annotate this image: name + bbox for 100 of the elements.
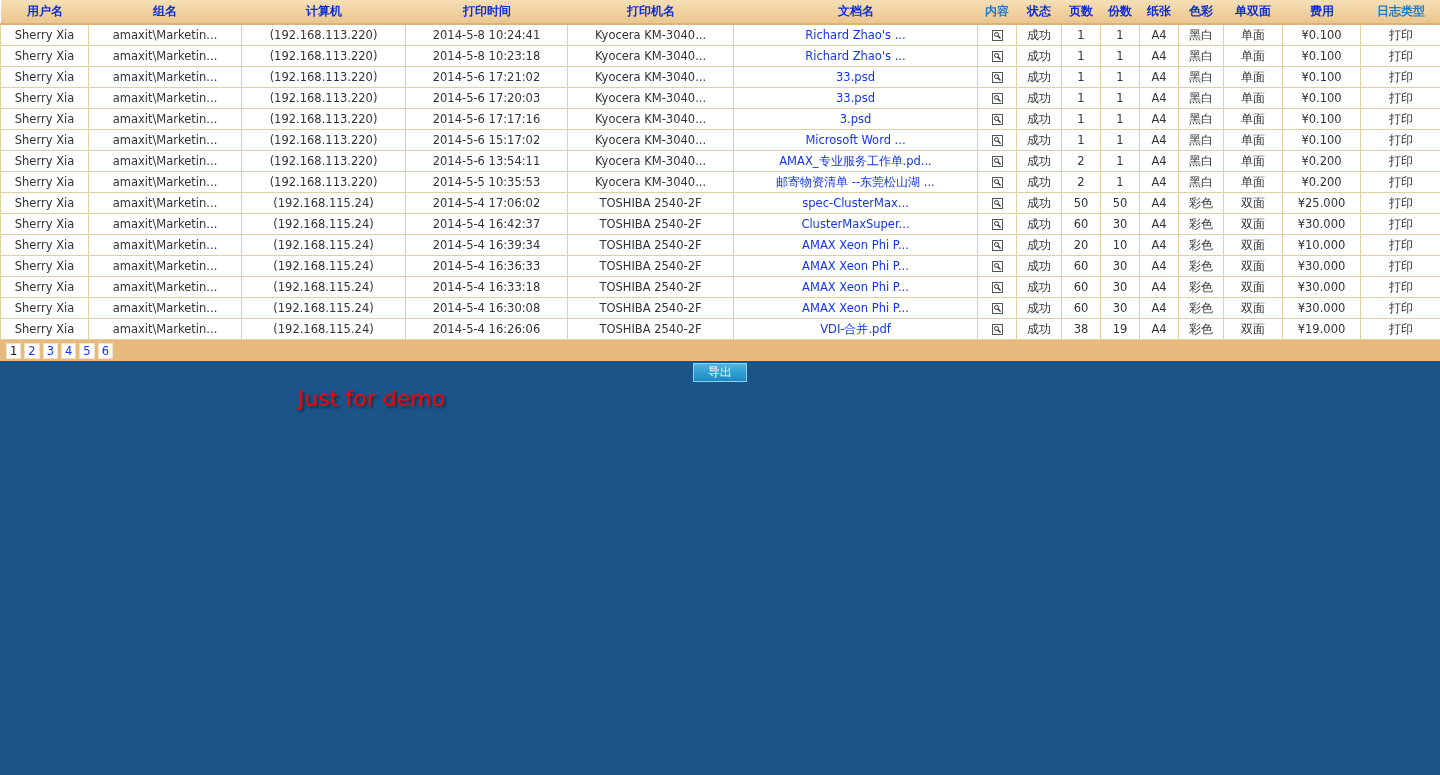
table-cell: 双面 bbox=[1223, 213, 1283, 235]
table-cell: 单面 bbox=[1223, 66, 1283, 88]
table-cell: Sherry Xia bbox=[0, 45, 89, 67]
table-cell: (192.168.113.220) bbox=[241, 129, 406, 151]
page-link[interactable]: 2 bbox=[24, 342, 40, 359]
magnifier-icon[interactable] bbox=[991, 93, 1003, 104]
table-cell: 成功 bbox=[1016, 66, 1062, 88]
table-cell: Kyocera KM-3040... bbox=[567, 108, 734, 130]
magnifier-icon[interactable] bbox=[991, 240, 1003, 251]
table-cell: TOSHIBA 2540-2F bbox=[567, 297, 734, 319]
table-cell: 成功 bbox=[1016, 150, 1062, 172]
table-cell: (192.168.113.220) bbox=[241, 150, 406, 172]
table-cell: 19 bbox=[1100, 318, 1140, 340]
column-header[interactable]: 费用 bbox=[1282, 0, 1361, 24]
page-link[interactable]: 3 bbox=[42, 342, 58, 359]
column-header[interactable]: 用户名 bbox=[0, 0, 89, 24]
table-cell: 2014-5-6 17:17:16 bbox=[405, 108, 568, 130]
document-link[interactable]: 3.psd bbox=[839, 112, 872, 126]
table-cell: (192.168.113.220) bbox=[241, 171, 406, 193]
page-link[interactable]: 4 bbox=[61, 342, 77, 359]
table-cell: (192.168.115.24) bbox=[241, 255, 406, 277]
table-cell: 60 bbox=[1061, 255, 1101, 277]
table-cell: 60 bbox=[1061, 213, 1101, 235]
table-cell: (192.168.113.220) bbox=[241, 45, 406, 67]
table-cell: Sherry Xia bbox=[0, 150, 89, 172]
table-cell: 彩色 bbox=[1178, 318, 1224, 340]
table-cell: ¥0.100 bbox=[1282, 66, 1361, 88]
magnifier-icon[interactable] bbox=[991, 51, 1003, 62]
column-header[interactable]: 组名 bbox=[88, 0, 242, 24]
table-cell: 成功 bbox=[1016, 108, 1062, 130]
table-cell: (192.168.115.24) bbox=[241, 192, 406, 214]
magnifier-icon[interactable] bbox=[991, 219, 1003, 230]
document-link[interactable]: VDI-合并.pdf bbox=[820, 321, 891, 336]
table-cell: Sherry Xia bbox=[0, 171, 89, 193]
page-link[interactable]: 6 bbox=[97, 342, 113, 359]
table-cell: 2014-5-4 17:06:02 bbox=[405, 192, 568, 214]
table-cell: 成功 bbox=[1016, 171, 1062, 193]
magnifier-icon[interactable] bbox=[991, 198, 1003, 209]
table-cell: (192.168.113.220) bbox=[241, 87, 406, 109]
table-cell: 2014-5-8 10:23:18 bbox=[405, 45, 568, 67]
table-cell: 2 bbox=[1061, 150, 1101, 172]
column-header[interactable]: 页数 bbox=[1061, 0, 1101, 24]
table-cell: amaxit\Marketin... bbox=[88, 318, 242, 340]
column-header[interactable]: 单双面 bbox=[1223, 0, 1283, 24]
page-link[interactable]: 5 bbox=[79, 342, 95, 359]
table-cell: Sherry Xia bbox=[0, 87, 89, 109]
table-cell: (192.168.115.24) bbox=[241, 318, 406, 340]
table-cell: 1 bbox=[1100, 129, 1140, 151]
magnifier-icon[interactable] bbox=[991, 303, 1003, 314]
table-cell: (192.168.115.24) bbox=[241, 276, 406, 298]
column-header[interactable]: 文档名 bbox=[733, 0, 978, 24]
table-cell: TOSHIBA 2540-2F bbox=[567, 213, 734, 235]
table-cell: ¥30.000 bbox=[1282, 297, 1361, 319]
column-header[interactable]: 打印时间 bbox=[405, 0, 568, 24]
column-header[interactable]: 份数 bbox=[1100, 0, 1140, 24]
table-cell: 单面 bbox=[1223, 87, 1283, 109]
magnifier-icon[interactable] bbox=[991, 30, 1003, 41]
table-cell: 60 bbox=[1061, 276, 1101, 298]
table-cell: A4 bbox=[1139, 108, 1179, 130]
table-cell: ¥0.100 bbox=[1282, 87, 1361, 109]
table-cell: 2 bbox=[1061, 171, 1101, 193]
table-cell: Sherry Xia bbox=[0, 318, 89, 340]
magnifier-icon[interactable] bbox=[991, 261, 1003, 272]
table-cell: 1 bbox=[1061, 24, 1101, 46]
magnifier-icon[interactable] bbox=[991, 324, 1003, 335]
table-cell: 2014-5-4 16:39:34 bbox=[405, 234, 568, 256]
table-cell: 30 bbox=[1100, 297, 1140, 319]
table-cell: ¥0.100 bbox=[1282, 24, 1361, 46]
table-cell: TOSHIBA 2540-2F bbox=[567, 276, 734, 298]
table-cell: 成功 bbox=[1016, 87, 1062, 109]
page-link[interactable]: 1 bbox=[6, 342, 22, 359]
table-cell: amaxit\Marketin... bbox=[88, 234, 242, 256]
table-cell: 双面 bbox=[1223, 297, 1283, 319]
column-header[interactable]: 打印机名 bbox=[567, 0, 734, 24]
column-header[interactable]: 色彩 bbox=[1178, 0, 1224, 24]
magnifier-icon[interactable] bbox=[991, 135, 1003, 146]
magnifier-icon[interactable] bbox=[991, 156, 1003, 167]
table-cell: ¥30.000 bbox=[1282, 276, 1361, 298]
table-cell: 成功 bbox=[1016, 255, 1062, 277]
table-cell: 1 bbox=[1100, 108, 1140, 130]
table-cell: 成功 bbox=[1016, 234, 1062, 256]
magnifier-icon[interactable] bbox=[991, 72, 1003, 83]
table-cell: 1 bbox=[1061, 66, 1101, 88]
table-cell: ¥25.000 bbox=[1282, 192, 1361, 214]
table-cell: Kyocera KM-3040... bbox=[567, 150, 734, 172]
magnifier-icon[interactable] bbox=[991, 282, 1003, 293]
table-cell: Kyocera KM-3040... bbox=[567, 171, 734, 193]
table-cell: 彩色 bbox=[1178, 255, 1224, 277]
column-header[interactable]: 计算机 bbox=[241, 0, 406, 24]
magnifier-icon[interactable] bbox=[991, 177, 1003, 188]
column-header[interactable]: 纸张 bbox=[1139, 0, 1179, 24]
table-cell: 成功 bbox=[1016, 276, 1062, 298]
table-cell: 1 bbox=[1061, 45, 1101, 67]
document-link[interactable]: 33.psd bbox=[836, 91, 875, 105]
table-cell: 黑白 bbox=[1178, 66, 1224, 88]
table-cell: 2014-5-8 10:24:41 bbox=[405, 24, 568, 46]
column-header[interactable]: 状态 bbox=[1016, 0, 1062, 24]
table-cell: 双面 bbox=[1223, 192, 1283, 214]
document-link[interactable]: 33.psd bbox=[836, 70, 875, 84]
magnifier-icon[interactable] bbox=[991, 114, 1003, 125]
